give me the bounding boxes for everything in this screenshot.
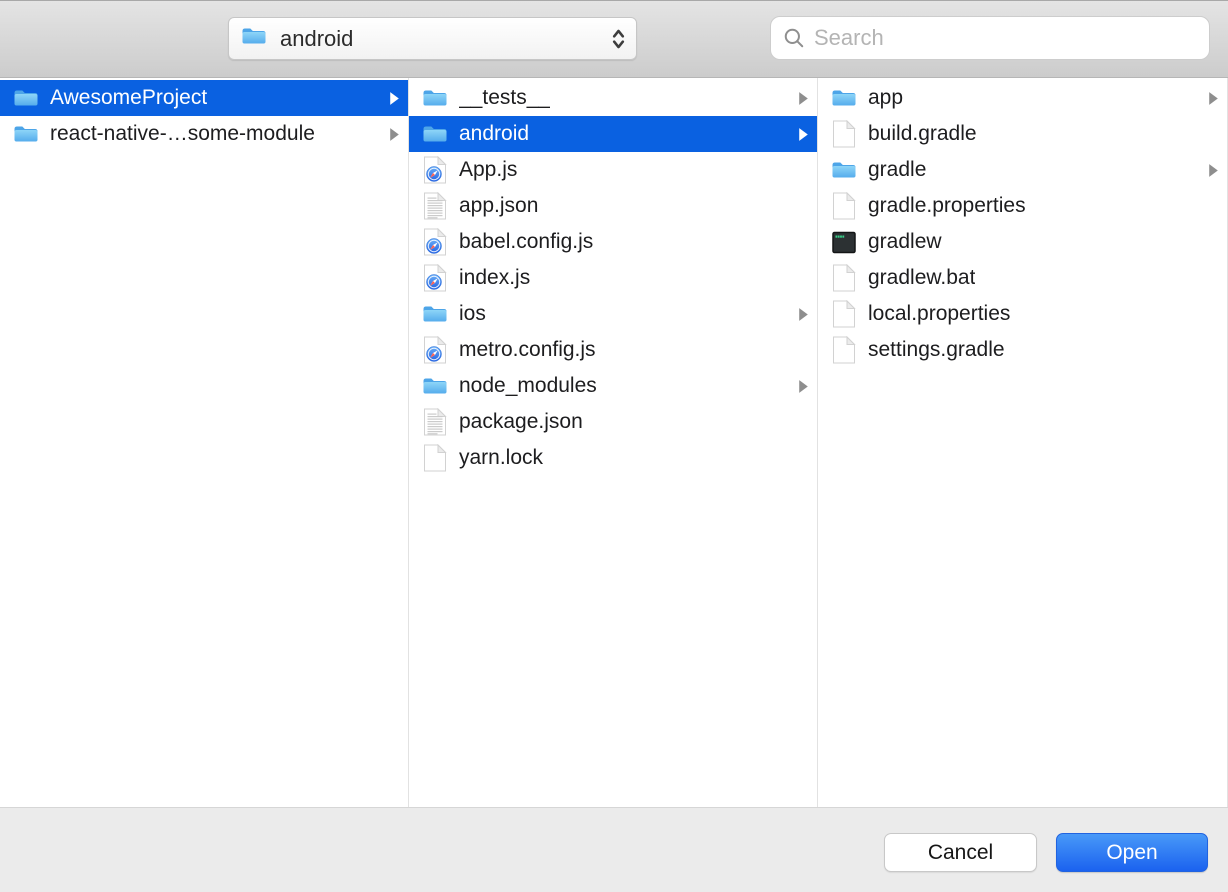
cancel-button[interactable]: Cancel [884,833,1037,872]
file-name: babel.config.js [459,230,593,254]
list-item[interactable]: gradlew.bat [818,260,1227,296]
search-icon [783,27,805,49]
js-file-icon [421,263,448,293]
folder-icon [421,83,448,113]
chevron-up-down-icon [611,26,626,52]
file-name: node_modules [459,374,597,398]
blank-file-icon [830,263,857,293]
list-item[interactable]: settings.gradle [818,332,1227,368]
list-item[interactable]: build.gradle [818,116,1227,152]
file-name: react-native-…some-module [50,122,315,146]
folder-icon [241,26,267,52]
file-name: settings.gradle [868,338,1005,362]
list-item[interactable]: metro.config.js [409,332,817,368]
file-name: yarn.lock [459,446,543,470]
disclosure-triangle-icon [798,127,811,142]
list-item[interactable]: node_modules [409,368,817,404]
list-item[interactable]: local.properties [818,296,1227,332]
js-file-icon [421,227,448,257]
folder-icon [12,119,39,149]
file-name: android [459,122,529,146]
file-name: App.js [459,158,517,182]
folder-icon [421,119,448,149]
blank-file-icon [830,299,857,329]
list-item[interactable]: react-native-…some-module [0,116,408,152]
column-children: app build.gradle gradle gradle.properties gr… [818,78,1228,807]
folder-icon [830,83,857,113]
disclosure-triangle-icon [798,307,811,322]
file-name: build.gradle [868,122,977,146]
search-field[interactable] [770,16,1210,60]
blank-file-icon [830,335,857,365]
column-parents: AwesomeProject react-native-…some-module [0,78,409,807]
file-name: package.json [459,410,583,434]
text-file-icon [421,407,448,437]
blank-file-icon [830,119,857,149]
file-name: local.properties [868,302,1010,326]
disclosure-triangle-icon [389,91,402,106]
file-name: gradle.properties [868,194,1026,218]
js-file-icon [421,335,448,365]
folder-icon [12,83,39,113]
toolbar: android [0,0,1228,78]
text-file-icon [421,191,448,221]
disclosure-triangle-icon [1208,91,1221,106]
exec-file-icon [830,227,857,257]
list-item[interactable]: babel.config.js [409,224,817,260]
location-dropdown[interactable]: android [228,17,637,60]
file-browser: AwesomeProjectreact-native-…some-module … [0,78,1228,807]
file-name: gradlew [868,230,942,254]
dialog-footer: Cancel Open [0,807,1228,892]
list-item[interactable]: App.js [409,152,817,188]
location-dropdown-value: android [280,26,353,52]
file-name: ios [459,302,486,326]
file-name: index.js [459,266,530,290]
disclosure-triangle-icon [389,127,402,142]
disclosure-triangle-icon [798,91,811,106]
list-item[interactable]: app [818,80,1227,116]
blank-file-icon [830,191,857,221]
blank-file-icon [421,443,448,473]
file-name: gradle [868,158,926,182]
file-name: AwesomeProject [50,86,207,110]
disclosure-triangle-icon [798,379,811,394]
list-item[interactable]: ios [409,296,817,332]
list-item[interactable]: app.json [409,188,817,224]
folder-icon [830,155,857,185]
folder-icon [421,299,448,329]
list-item[interactable]: android [409,116,817,152]
open-button[interactable]: Open [1056,833,1208,872]
file-name: __tests__ [459,86,550,110]
list-item[interactable]: yarn.lock [409,440,817,476]
open-file-dialog: android AwesomeProject react-native-…some… [0,0,1228,892]
list-item[interactable]: gradlew [818,224,1227,260]
list-item[interactable]: __tests__ [409,80,817,116]
list-item[interactable]: AwesomeProject [0,80,408,116]
js-file-icon [421,155,448,185]
list-item[interactable]: package.json [409,404,817,440]
list-item[interactable]: gradle.properties [818,188,1227,224]
folder-icon [421,371,448,401]
list-item[interactable]: index.js [409,260,817,296]
file-name: app [868,86,903,110]
file-name: metro.config.js [459,338,596,362]
file-name: gradlew.bat [868,266,975,290]
column-current: __tests__android App.js app.json babel.conf… [409,78,818,807]
search-input[interactable] [814,25,1197,51]
list-item[interactable]: gradle [818,152,1227,188]
file-name: app.json [459,194,538,218]
disclosure-triangle-icon [1208,163,1221,178]
